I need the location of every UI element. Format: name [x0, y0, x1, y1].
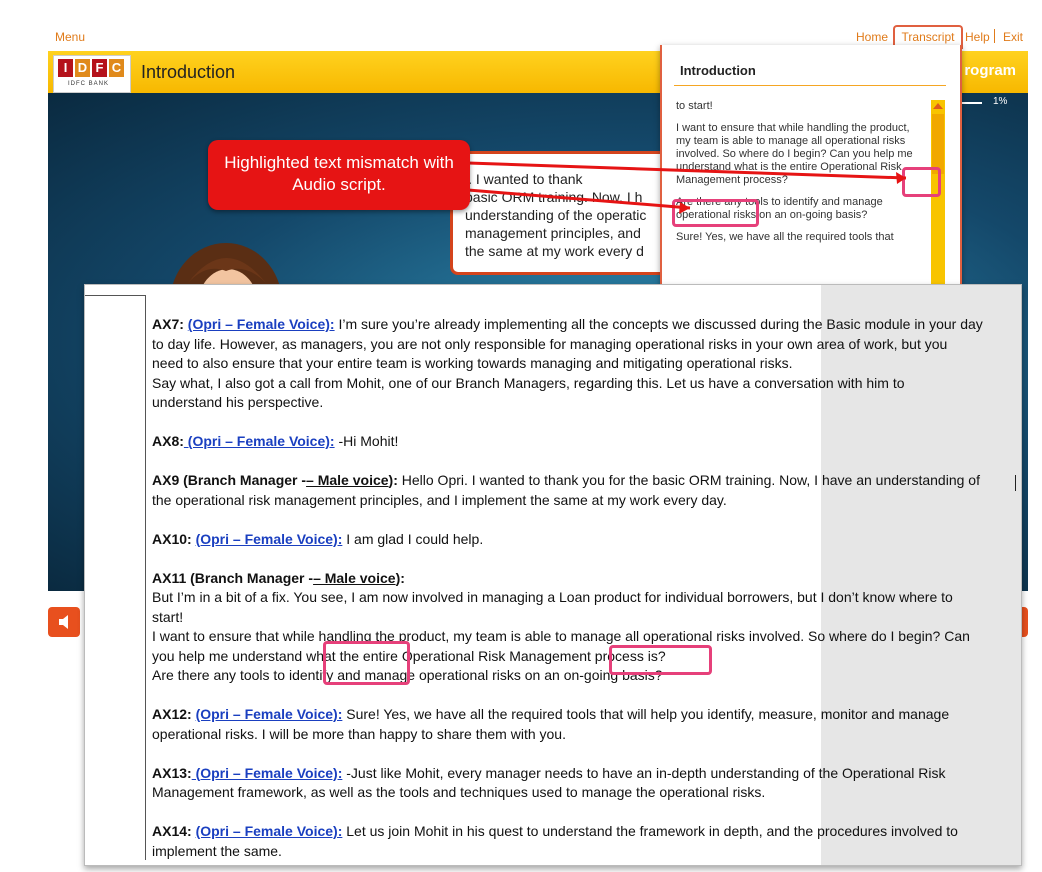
script-line: Let us join Mohit in his quest to unders… — [342, 823, 958, 839]
speaker-label: AX14: — [152, 823, 192, 839]
script-line: Hello Opri. I wanted to thank you for th… — [397, 472, 980, 488]
script-line: I’m sure you’re already implementing all… — [334, 316, 983, 332]
help-link[interactable]: Help — [965, 30, 990, 44]
mismatch-highlight — [609, 645, 712, 675]
mismatch-highlight — [902, 167, 941, 197]
progress-percent: 1% — [993, 96, 1008, 107]
mismatch-highlight — [672, 199, 759, 227]
speech-text: i. I wanted to thank basic ORM training.… — [465, 171, 647, 259]
scroll-thumb[interactable] — [932, 114, 944, 174]
progress-indicator: 1% — [958, 95, 1028, 109]
speaker-label-end: ): — [395, 569, 405, 586]
transcript-title: Introduction — [680, 63, 756, 78]
script-line: operational risks. I will be more than h… — [152, 725, 566, 742]
logo-letter: F — [92, 59, 107, 77]
transcript-divider — [674, 85, 946, 86]
voice-label: – Male voice — [306, 472, 389, 488]
script-line: But I’m in a bit of a fix. You see, I am… — [152, 589, 953, 605]
script-line: understand his perspective. — [152, 394, 324, 410]
home-link[interactable]: Home — [856, 30, 888, 44]
exit-link[interactable]: Exit — [1003, 30, 1023, 44]
speaker-label-end: ): — [388, 472, 398, 488]
transcript-paragraph: Sure! Yes, we have all the required tool… — [676, 231, 894, 243]
script-line: I want to ensure that while handling the… — [152, 628, 970, 644]
script-paragraph: AX8: (Opri – Female Voice): -Hi Mohit! — [152, 432, 1016, 452]
script-line: Sure! Yes, we have all the required tool… — [342, 706, 950, 722]
logo-subtitle: IDFC BANK — [68, 81, 110, 87]
script-paragraph: AX12: (Opri – Female Voice): Sure! Yes, … — [152, 705, 1016, 744]
mismatch-highlight — [323, 641, 410, 685]
voice-label: (Opri – Female Voice): — [183, 433, 335, 449]
voice-label: (Opri – Female Voice): — [191, 764, 343, 781]
doc-margin-marker — [85, 295, 145, 296]
annotation-text: Highlighted text mismatch with Audio scr… — [224, 153, 454, 194]
script-paragraph: AX7: (Opri – Female Voice): I’m sure you… — [152, 315, 1016, 413]
script-line: Are there any tools to identify and mana… — [152, 667, 663, 683]
annotation-callout: Highlighted text mismatch with Audio scr… — [208, 140, 470, 210]
script-paragraph: AX9 (Branch Manager -– Male voice): Hell… — [152, 471, 1016, 510]
voice-label: (Opri – Female Voice): — [195, 706, 343, 722]
script-paragraph: AX10: (Opri – Female Voice): I am glad I… — [152, 530, 1016, 550]
speaker-label: AX9 (Branch Manager - — [152, 472, 307, 488]
logo-letter: I — [58, 59, 73, 77]
logo-letter: D — [75, 59, 90, 77]
nav-separator — [994, 29, 995, 43]
script-line: I am glad I could help. — [342, 530, 484, 547]
speaker-label: AX12: — [152, 706, 192, 722]
idfc-logo: I D F C IDFC BANK — [53, 55, 131, 93]
script-line: the operational risk management principl… — [152, 491, 727, 508]
speaker-label: AX10: — [152, 530, 192, 547]
speaker-icon — [59, 615, 68, 629]
transcript-paragraph: to start! — [676, 100, 713, 112]
voice-label: – Male voice — [313, 569, 396, 586]
voice-label: (Opri – Female Voice): — [195, 823, 343, 839]
script-paragraph: AX11 (Branch Manager -– Male voice): But… — [152, 569, 1016, 686]
script-paragraph: AX14: (Opri – Female Voice): Let us join… — [152, 822, 1016, 861]
script-line: Management framework, as well as the too… — [152, 784, 766, 800]
audio-button[interactable] — [48, 607, 80, 637]
doc-margin-line — [145, 295, 146, 860]
logo-letter: C — [109, 59, 124, 77]
script-line: Say what, I also got a call from Mohit, … — [152, 374, 905, 391]
script-line: need to also ensure that your entire tea… — [152, 355, 793, 371]
voice-label: (Opri – Female Voice): — [195, 530, 343, 547]
program-label: rogram — [964, 62, 1016, 79]
speaker-label: AX8: — [152, 433, 184, 449]
transcript-paragraph: I want to ensure that while handling the… — [676, 122, 913, 186]
doc-text: AX7: (Opri – Female Voice): I’m sure you… — [152, 315, 1016, 865]
page-title: Introduction — [141, 62, 236, 82]
speaker-label: AX13: — [152, 764, 192, 781]
scroll-up-icon[interactable] — [933, 103, 943, 109]
menu-link[interactable]: Menu — [55, 30, 85, 44]
speech-bubble: i. I wanted to thank basic ORM training.… — [450, 151, 676, 275]
transcript-body: to start! I want to ensure that while ha… — [676, 100, 926, 290]
script-paragraph: AX13: (Opri – Female Voice): -Just like … — [152, 764, 1016, 803]
script-line: -Hi Mohit! — [334, 433, 399, 449]
progress-bar — [960, 102, 982, 104]
speaker-label: AX11 (Branch Manager - — [152, 569, 314, 586]
voice-label: (Opri – Female Voice): — [187, 316, 335, 332]
script-line: to day life. However, as managers, you a… — [152, 335, 948, 352]
script-line: -Just like Mohit, every manager needs to… — [342, 764, 946, 781]
script-line: implement the same. — [152, 842, 282, 859]
script-line: start! — [152, 608, 184, 625]
script-line: you help me understand what the entire O… — [152, 647, 666, 664]
audio-script-document: AX7: (Opri – Female Voice): I’m sure you… — [84, 284, 1022, 866]
speaker-label: AX7: — [152, 316, 184, 332]
